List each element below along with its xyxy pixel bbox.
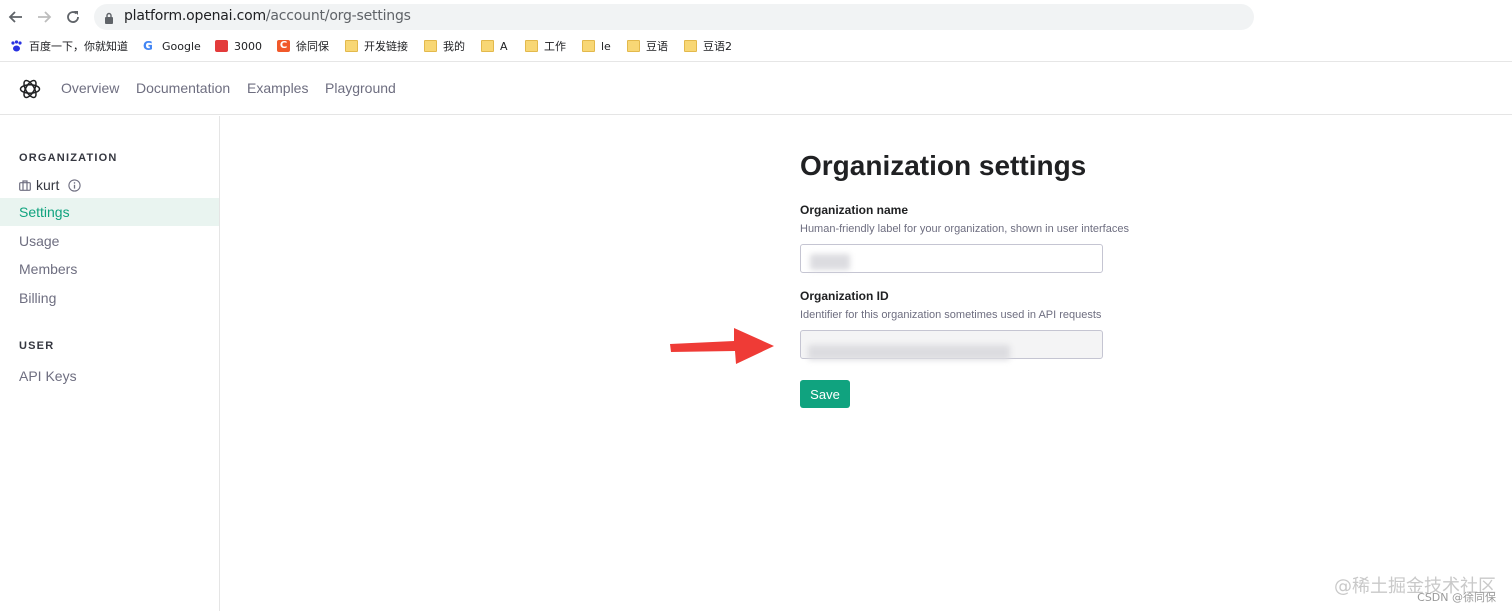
nav-overview[interactable]: Overview xyxy=(61,80,119,96)
bookmark-3000[interactable]: 3000 xyxy=(215,37,262,55)
bookmark-label: 我的 xyxy=(443,40,465,53)
org-name: kurt xyxy=(36,177,60,193)
org-id-label: Organization ID xyxy=(800,289,889,303)
forward-icon[interactable] xyxy=(34,7,54,27)
org-id-help: Identifier for this organization sometim… xyxy=(800,309,1102,321)
sidebar-item-usage[interactable]: Usage xyxy=(0,227,219,255)
sidebar-item-settings[interactable]: Settings xyxy=(0,198,219,226)
url-path: /account/org-settings xyxy=(265,8,411,24)
bookmarks-bar: 百度一下，你就知道 G Google 3000 C 徐同保 开发链接 我的 A … xyxy=(0,34,1512,58)
bookmark-label: 3000 xyxy=(234,39,262,53)
bookmark-label: 徐同保 xyxy=(296,40,329,53)
sidebar-item-billing[interactable]: Billing xyxy=(0,284,219,312)
sidebar-item-api-keys[interactable]: API Keys xyxy=(0,362,219,390)
bookmark-work[interactable]: 工作 xyxy=(525,37,566,55)
browser-toolbar: platform.openai.com/account/org-settings xyxy=(0,0,1512,34)
nav-playground[interactable]: Playground xyxy=(325,80,396,96)
page-title: Organization settings xyxy=(800,150,1087,181)
bookmark-label: 工作 xyxy=(544,40,566,53)
bookmark-label: le xyxy=(601,39,611,53)
redacted-id xyxy=(808,345,1010,360)
bookmark-label: Google xyxy=(162,39,201,53)
section-organization: ORGANIZATION xyxy=(19,152,118,164)
org-name-help: Human-friendly label for your organizati… xyxy=(800,223,1129,235)
briefcase-icon xyxy=(19,179,31,191)
bookmark-douyu[interactable]: 豆语 xyxy=(627,37,668,55)
folder-icon xyxy=(424,40,437,52)
folder-icon xyxy=(684,40,697,52)
folder-icon xyxy=(345,40,358,52)
redacted-name xyxy=(810,254,850,270)
bookmark-dev-links[interactable]: 开发链接 xyxy=(345,37,408,55)
bookmark-label: A xyxy=(500,39,508,53)
bookmark-douyu2[interactable]: 豆语2 xyxy=(684,37,732,55)
csdn-c-icon: C xyxy=(277,40,290,52)
sidebar-item-members[interactable]: Members xyxy=(0,255,219,283)
bookmark-le[interactable]: le xyxy=(582,37,611,55)
info-icon[interactable] xyxy=(68,178,81,192)
org-switcher[interactable]: kurt xyxy=(19,177,81,193)
folder-icon xyxy=(481,40,494,52)
bookmark-baidu[interactable]: 百度一下，你就知道 xyxy=(10,37,128,55)
watermark-csdn: CSDN @徐同保 xyxy=(1417,591,1496,604)
back-icon[interactable] xyxy=(6,7,26,27)
google-icon: G xyxy=(143,39,153,53)
org-name-label: Organization name xyxy=(800,203,909,217)
bookmark-mine[interactable]: 我的 xyxy=(424,37,465,55)
lock-icon[interactable] xyxy=(104,11,114,29)
section-user: USER xyxy=(19,340,55,352)
bookmark-google[interactable]: G Google xyxy=(143,37,201,55)
openai-logo-icon[interactable] xyxy=(18,77,42,106)
save-button[interactable]: Save xyxy=(800,380,850,408)
url-host: platform.openai.com xyxy=(124,8,266,24)
reload-icon[interactable] xyxy=(63,7,83,27)
bookmark-xutongbao[interactable]: C 徐同保 xyxy=(277,37,329,55)
sidebar: ORGANIZATION kurt Settings Usage Members… xyxy=(0,116,220,611)
app-header: Overview Documentation Examples Playgrou… xyxy=(0,62,1512,115)
folder-icon xyxy=(627,40,640,52)
red-arrow-annotation xyxy=(668,324,776,373)
bookmark-label: 百度一下，你就知道 xyxy=(29,40,128,53)
bookmark-label: 豆语2 xyxy=(703,40,732,53)
folder-icon xyxy=(582,40,595,52)
bookmark-label: 豆语 xyxy=(646,40,668,53)
folder-icon xyxy=(525,40,538,52)
url-text[interactable]: platform.openai.com/account/org-settings xyxy=(124,8,411,24)
red-square-icon xyxy=(215,40,228,52)
nav-examples[interactable]: Examples xyxy=(247,80,308,96)
nav-documentation[interactable]: Documentation xyxy=(136,80,230,96)
baidu-paw-icon xyxy=(10,40,23,52)
bookmark-a[interactable]: A xyxy=(481,37,508,55)
bookmark-label: 开发链接 xyxy=(364,40,408,53)
